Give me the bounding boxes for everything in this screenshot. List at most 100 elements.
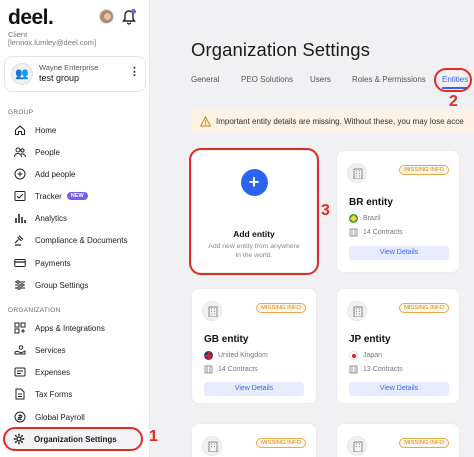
nav-label: Apps & Integrations bbox=[35, 323, 105, 333]
missing-info-badge: MISSING INFO bbox=[399, 303, 449, 313]
page-title: Organization Settings bbox=[191, 39, 370, 60]
nav-label: Analytics bbox=[35, 213, 68, 223]
missing-details-banner: Important entity details are missing. Wi… bbox=[191, 110, 474, 134]
card-icon bbox=[14, 259, 26, 267]
nav-label: Services bbox=[35, 345, 66, 355]
sliders-icon bbox=[15, 280, 25, 290]
view-details-button[interactable]: View Details bbox=[349, 382, 449, 396]
annotation-highlight-entities bbox=[434, 68, 472, 92]
entity-contracts-row: 14 Contracts bbox=[349, 228, 403, 237]
gear-icon bbox=[13, 433, 25, 445]
nav-label: Payments bbox=[35, 258, 71, 268]
nav-home[interactable]: Home bbox=[6, 120, 146, 140]
people-icon bbox=[14, 147, 26, 158]
missing-info-badge: MISSING INFO bbox=[256, 438, 306, 448]
nav-label: People bbox=[35, 147, 60, 157]
contracts-icon bbox=[349, 365, 358, 374]
tab-roles-permissions[interactable]: Roles & Permissions bbox=[352, 75, 426, 84]
analytics-icon bbox=[15, 214, 26, 223]
tab-users[interactable]: Users bbox=[310, 75, 331, 84]
apps-icon bbox=[14, 322, 26, 334]
tab-general[interactable]: General bbox=[191, 75, 219, 84]
building-icon bbox=[347, 436, 367, 456]
japan-flag-icon bbox=[349, 351, 358, 360]
annotation-number-3: 3 bbox=[321, 202, 330, 219]
building-icon bbox=[202, 301, 222, 321]
entity-card-partial-2[interactable]: MISSING INFO bbox=[336, 423, 460, 457]
tax-forms-icon bbox=[15, 388, 25, 400]
add-icon bbox=[14, 168, 26, 180]
missing-info-badge: MISSING INFO bbox=[399, 165, 449, 175]
nav-global-payroll[interactable]: Global Payroll bbox=[6, 407, 146, 427]
new-badge: NEW bbox=[66, 192, 88, 200]
nav-tax-forms[interactable]: Tax Forms bbox=[6, 384, 146, 404]
deel-logo[interactable]: deel. bbox=[8, 6, 54, 30]
user-avatar[interactable] bbox=[99, 9, 114, 24]
nav-apps-integrations[interactable]: Apps & Integrations bbox=[6, 318, 146, 338]
entity-name: JP entity bbox=[349, 334, 391, 345]
nav-label: Home bbox=[35, 125, 57, 135]
nav-add-people[interactable]: Add people bbox=[6, 164, 146, 184]
nav-tracker[interactable]: Tracker NEW bbox=[6, 186, 146, 206]
entity-country: Brazil bbox=[363, 215, 381, 222]
entity-country-row: Japan bbox=[349, 351, 382, 360]
building-icon bbox=[347, 163, 367, 183]
nav-compliance[interactable]: Compliance & Documents bbox=[6, 230, 146, 250]
entity-country-row: Brazil bbox=[349, 214, 381, 223]
gavel-icon bbox=[14, 235, 24, 246]
entity-contracts: 14 Contracts bbox=[218, 366, 258, 373]
uk-flag-icon bbox=[204, 351, 213, 360]
annotation-number-1: 1 bbox=[149, 428, 158, 445]
nav-analytics[interactable]: Analytics bbox=[6, 208, 146, 228]
annotation-number-2: 2 bbox=[449, 93, 458, 110]
entity-name: BR entity bbox=[349, 197, 393, 208]
nav-group-settings[interactable]: Group Settings bbox=[6, 275, 146, 295]
entity-card-jp[interactable]: MISSING INFO JP entity Japan 13 Contract… bbox=[336, 288, 460, 404]
services-icon bbox=[14, 345, 26, 355]
notification-dot bbox=[131, 9, 136, 14]
entity-country-row: United Kingdom bbox=[204, 351, 268, 360]
organization-section-label: ORGANIZATION bbox=[8, 307, 61, 314]
home-icon bbox=[14, 125, 26, 136]
view-details-button[interactable]: View Details bbox=[204, 382, 304, 396]
entity-contracts: 14 Contracts bbox=[363, 229, 403, 236]
entity-card-br[interactable]: MISSING INFO BR entity Brazil 14 Contrac… bbox=[336, 150, 460, 273]
building-icon bbox=[202, 436, 222, 456]
nav-payments[interactable]: Payments bbox=[6, 253, 146, 273]
settings-tabs: General PEO Solutions Users Roles & Perm… bbox=[0, 75, 474, 89]
nav-label: Tax Forms bbox=[35, 389, 73, 399]
tracker-icon bbox=[14, 191, 26, 201]
nav-label: Expenses bbox=[35, 367, 71, 377]
contracts-icon bbox=[204, 365, 213, 374]
nav-label: Group Settings bbox=[35, 280, 89, 290]
warning-icon bbox=[200, 116, 211, 127]
entity-contracts-row: 13 Contracts bbox=[349, 365, 403, 374]
nav-label: Global Payroll bbox=[35, 412, 85, 422]
entity-name: GB entity bbox=[204, 334, 249, 345]
nav-label: Compliance & Documents bbox=[35, 235, 128, 245]
expenses-icon bbox=[14, 367, 26, 377]
missing-info-badge: MISSING INFO bbox=[399, 438, 449, 448]
entity-card-partial-1[interactable]: MISSING INFO bbox=[191, 423, 317, 457]
client-email: [lennox.lumley@deel.com] bbox=[8, 38, 97, 47]
nav-people[interactable]: People bbox=[6, 142, 146, 162]
app-root: deel. Client [lennox.lumley@deel.com] 👥 … bbox=[0, 0, 474, 457]
tab-peo-solutions[interactable]: PEO Solutions bbox=[241, 75, 293, 84]
group-section-label: GROUP bbox=[8, 109, 34, 116]
banner-text: Important entity details are missing. Wi… bbox=[216, 117, 464, 126]
annotation-highlight-add-entity bbox=[189, 148, 319, 275]
nav-label: Organization Settings bbox=[34, 434, 117, 444]
entity-contracts: 13 Contracts bbox=[363, 366, 403, 373]
entity-card-gb[interactable]: MISSING INFO GB entity United Kingdom 14… bbox=[191, 288, 317, 404]
nav-label: Tracker bbox=[35, 191, 62, 201]
missing-info-badge: MISSING INFO bbox=[256, 303, 306, 313]
company-name: Wayne Enterprise bbox=[39, 63, 99, 72]
contracts-icon bbox=[349, 228, 358, 237]
entity-contracts-row: 14 Contracts bbox=[204, 365, 258, 374]
nav-label: Add people bbox=[35, 169, 76, 179]
nav-services[interactable]: Services bbox=[6, 340, 146, 360]
nav-expenses[interactable]: Expenses bbox=[6, 362, 146, 382]
view-details-button[interactable]: View Details bbox=[349, 246, 449, 260]
nav-organization-settings[interactable]: Organization Settings bbox=[3, 427, 143, 451]
brazil-flag-icon bbox=[349, 214, 358, 223]
